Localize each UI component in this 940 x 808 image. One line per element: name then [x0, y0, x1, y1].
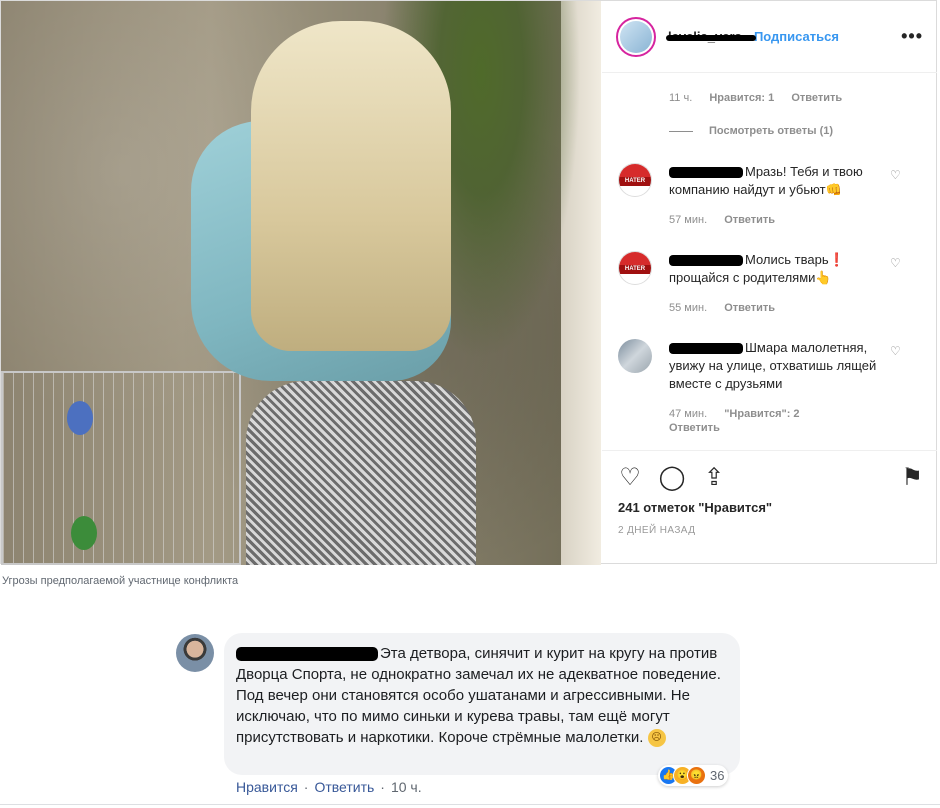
redacted-username[interactable] — [669, 343, 743, 355]
comment-likes[interactable]: Нравится: 1 — [709, 92, 774, 104]
reaction-count: 36 — [710, 768, 725, 783]
post-photo[interactable] — [1, 1, 601, 565]
comment-meta: 47 мин. "Нравится": 2 — [669, 408, 800, 420]
comment-actions: Нравится · Ответить · 10 ч. — [236, 779, 422, 795]
post-date[interactable]: 2 ДНЕЙ НАЗАД — [618, 525, 695, 536]
comment-time[interactable]: 10 ч. — [391, 779, 422, 795]
separator: · — [380, 779, 385, 795]
first-comment-meta: 11 ч. Нравится: 1 Ответить — [669, 92, 842, 104]
post-actions: ♡ ◯ ⇪ ⚑ 241 отметок "Нравится" 2 ДНЕЙ НА… — [602, 450, 937, 562]
like-comment-icon[interactable]: ♡ — [890, 256, 901, 270]
commenter-avatar[interactable] — [176, 634, 214, 672]
reply-button[interactable]: Ответить — [314, 779, 374, 795]
page: levelia_vers • Подписаться ••• 11 ч. Нра… — [0, 0, 940, 808]
reply-button[interactable]: Ответить — [724, 214, 775, 226]
share-icon[interactable]: ⇪ — [700, 463, 728, 491]
reply-button[interactable]: Ответить — [669, 422, 720, 434]
comment-time: 57 мин. — [669, 214, 708, 226]
likes-count[interactable]: 241 отметок "Нравится" — [618, 500, 772, 515]
author-avatar[interactable] — [616, 16, 656, 57]
post-sidebar: levelia_vers • Подписаться ••• 11 ч. Нра… — [602, 1, 937, 563]
comment-bubble: Эта детвора, синячит и курит на кругу на… — [224, 633, 740, 775]
redacted-username[interactable] — [669, 167, 743, 179]
comment-likes[interactable]: "Нравится": 2 — [724, 408, 799, 420]
redacted-username[interactable] — [236, 647, 378, 662]
redaction-bar — [666, 35, 756, 41]
divider — [669, 130, 693, 132]
like-comment-icon[interactable]: ♡ — [890, 168, 901, 182]
separator: · — [303, 779, 309, 795]
comment-icon[interactable]: ◯ — [658, 463, 686, 491]
view-replies-button[interactable]: Посмотреть ответы (1) — [669, 125, 833, 137]
like-button[interactable]: Нравится — [236, 779, 298, 795]
follow-button[interactable]: Подписаться — [754, 29, 839, 44]
comment-text: Молись тварь❗ прощайся с родителями👆 — [669, 252, 845, 285]
commenter-avatar[interactable] — [618, 339, 652, 373]
view-replies-label: Посмотреть ответы (1) — [709, 125, 834, 137]
comment-text: Мразь! Тебя и твою компанию найдут и убь… — [669, 164, 863, 197]
image-caption: Угрозы предполагаемой участнице конфликт… — [2, 575, 239, 587]
commenter-avatar[interactable]: HATER — [618, 251, 652, 285]
hair — [251, 21, 451, 351]
heart-icon[interactable]: ♡ — [616, 463, 644, 491]
instagram-post: levelia_vers • Подписаться ••• 11 ч. Нра… — [0, 0, 937, 565]
post-header: levelia_vers • Подписаться ••• — [602, 1, 937, 73]
comment-meta: 57 мин. Ответить — [669, 214, 775, 226]
angry-reaction-icon: 😠 — [687, 766, 706, 785]
comment-time: 55 мин. — [669, 302, 708, 314]
action-icons: ♡ ◯ ⇪ — [616, 463, 728, 491]
redacted-username[interactable] — [669, 255, 743, 267]
pants — [246, 381, 476, 565]
comment-text: Эта детвора, синячит и курит на кругу на… — [236, 645, 721, 748]
bird-cage — [1, 371, 241, 565]
worried-emoji-icon: ☹ — [647, 729, 666, 748]
comment-meta: 55 мин. Ответить — [669, 302, 775, 314]
divider — [0, 804, 940, 805]
hater-badge: HATER — [619, 265, 651, 274]
reply-button[interactable]: Ответить — [791, 92, 842, 104]
reactions-summary[interactable]: 👍 😮 😠 36 — [658, 765, 729, 786]
more-options-icon[interactable]: ••• — [901, 26, 923, 47]
comment-time: 47 мин. — [669, 408, 708, 420]
bird — [67, 401, 93, 435]
comments-list[interactable]: 11 ч. Нравится: 1 Ответить Посмотреть от… — [602, 74, 937, 449]
comment-text: Шмара малолетняя, увижу на улице, отхват… — [669, 340, 877, 391]
commenter-avatar[interactable]: HATER — [618, 163, 652, 197]
bookmark-icon[interactable]: ⚑ — [901, 463, 923, 492]
bird — [71, 516, 97, 550]
comment-meta: Ответить — [669, 422, 720, 434]
author-username[interactable]: levelia_vers — [666, 29, 756, 44]
comment-time: 11 ч. — [669, 92, 693, 104]
hater-badge: HATER — [619, 177, 651, 186]
reply-button[interactable]: Ответить — [724, 302, 775, 314]
like-comment-icon[interactable]: ♡ — [890, 344, 901, 358]
